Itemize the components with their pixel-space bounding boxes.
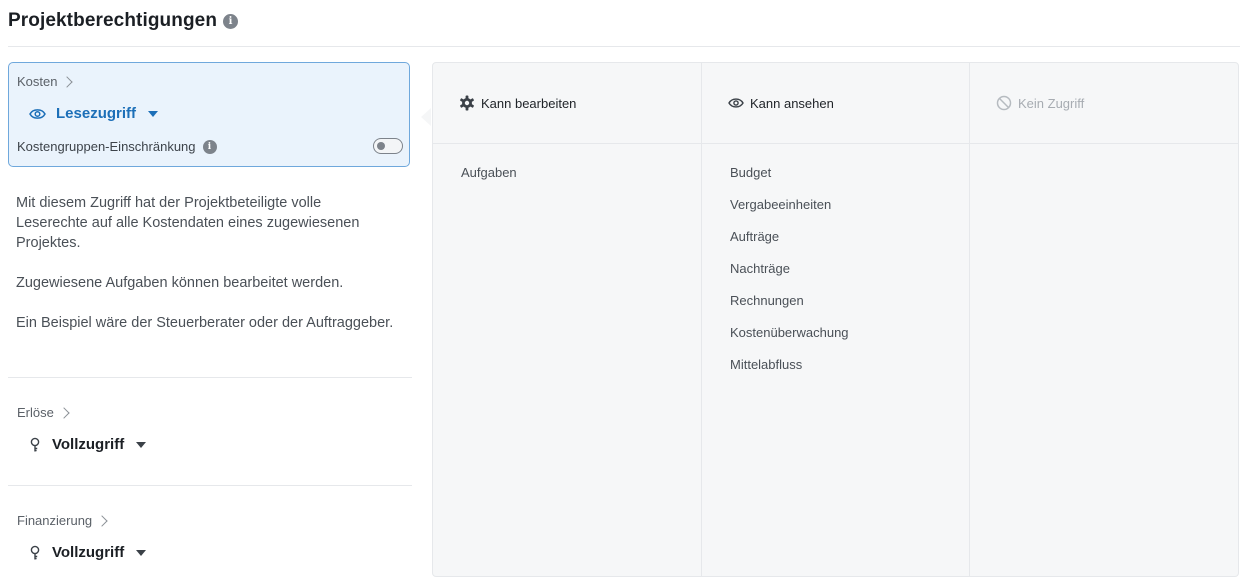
list-item: Rechnungen	[730, 293, 804, 308]
revenue-crumb-label: Erlöse	[17, 405, 54, 420]
chevron-right-icon	[58, 406, 70, 419]
caret-down-icon	[136, 549, 147, 556]
column-header-none: Kein Zugriff	[970, 63, 1239, 144]
caret-down-icon	[136, 441, 147, 448]
list-item: Kostenüberwachung	[730, 325, 849, 340]
cost-crumb-label: Kosten	[17, 74, 58, 89]
no-access-icon	[996, 95, 1012, 111]
info-icon[interactable]: i	[202, 139, 217, 154]
key-icon	[28, 545, 42, 561]
column-label: Kann bearbeiten	[481, 95, 577, 111]
list-item: Aufgaben	[461, 165, 517, 180]
section-divider	[8, 377, 412, 378]
permission-list: Aufgaben	[433, 144, 701, 197]
card-pointer	[421, 108, 431, 126]
revenue-access-level: Vollzugriff	[52, 436, 125, 453]
gear-icon	[459, 95, 475, 111]
eye-icon	[728, 97, 744, 109]
permission-column-none: Kein Zugriff	[969, 63, 1239, 576]
section-divider	[8, 485, 412, 486]
cost-group-restriction: Kostengruppen-Einschränkung i	[17, 139, 217, 154]
header-divider	[8, 46, 1240, 47]
key-icon	[28, 437, 42, 453]
description-paragraph-1: Mit diesem Zugriff hat der Projektbeteil…	[16, 195, 360, 251]
page-title: Projektberechtigungen	[8, 10, 218, 31]
chevron-right-icon	[61, 75, 74, 88]
description-paragraph-3: Ein Beispiel wäre der Steuerberater oder…	[16, 315, 394, 331]
cost-breadcrumb[interactable]: Kosten	[17, 74, 74, 89]
eye-icon	[29, 108, 46, 120]
revenue-breadcrumb[interactable]: Erlöse	[17, 405, 70, 420]
financing-crumb-label: Finanzierung	[17, 513, 93, 528]
list-item: Nachträge	[730, 261, 790, 276]
list-item: Mittelabfluss	[730, 357, 803, 372]
column-header-view: Kann ansehen	[702, 63, 970, 144]
toggle-knob	[377, 142, 385, 150]
column-label: Kein Zugriff	[1018, 95, 1085, 111]
restriction-toggle[interactable]	[373, 138, 403, 154]
permission-column-edit: Kann bearbeiten Aufgaben	[433, 63, 701, 576]
list-item: Aufträge	[730, 229, 780, 244]
column-header-edit: Kann bearbeiten	[433, 63, 701, 144]
cost-permission-card[interactable]: Kosten Lesezugriff Kostengruppen-Einschr…	[8, 62, 410, 167]
list-item: Budget	[730, 165, 772, 180]
chevron-right-icon	[96, 514, 108, 527]
permissions-panel: Kann bearbeiten Aufgaben Kann ansehen Bu…	[432, 62, 1239, 577]
permission-list: Budget Vergabeeinheiten Aufträge Nachträ…	[702, 144, 970, 389]
restriction-label: Kostengruppen-Einschränkung	[17, 139, 196, 154]
caret-down-icon	[148, 110, 159, 117]
column-label: Kann ansehen	[750, 95, 834, 111]
permission-column-view: Kann ansehen Budget Vergabeeinheiten Auf…	[701, 63, 970, 576]
list-item: Vergabeeinheiten	[730, 197, 832, 212]
description-paragraph-2: Zugewiesene Aufgaben können bearbeitet w…	[16, 275, 344, 291]
financing-access-dropdown[interactable]: Vollzugriff	[28, 544, 147, 561]
page-header: Projektberechtigungen i	[8, 10, 239, 32]
info-icon[interactable]: i	[223, 13, 239, 29]
financing-access-level: Vollzugriff	[52, 544, 125, 561]
financing-breadcrumb[interactable]: Finanzierung	[17, 513, 108, 528]
cost-access-dropdown[interactable]: Lesezugriff	[29, 105, 159, 122]
cost-access-level: Lesezugriff	[56, 105, 137, 122]
revenue-access-dropdown[interactable]: Vollzugriff	[28, 436, 147, 453]
